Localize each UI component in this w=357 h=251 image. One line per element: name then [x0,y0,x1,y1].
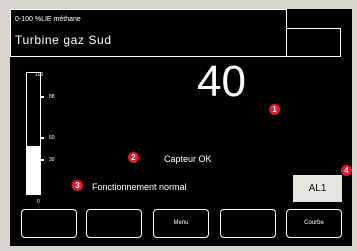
softkey-1[interactable] [21,209,77,238]
gauge-scale-min: 0 [37,199,40,205]
device-id: L01M01 [286,28,341,57]
softkey-menu[interactable]: Menu [153,209,209,238]
measurement-value: 40 [197,57,246,106]
marker-3: 3 [72,180,83,191]
softkey-4[interactable] [220,209,276,238]
alarm-button[interactable]: AL1 [293,175,342,202]
gauge-tick [41,96,44,98]
softkey-2[interactable] [86,209,142,238]
gauge-tick-label: 50 [49,135,55,141]
marker-4: 4 [341,165,352,176]
operation-status: Fonctionnement normal [92,182,187,192]
softkey-courbe[interactable]: Courbe [286,209,342,238]
gauge-tick [41,137,44,139]
sensor-status: Capteur OK [164,154,212,164]
gauge-tick [41,159,44,161]
channel-name: Turbine gaz Sud [15,33,112,47]
gauge-level-fill [27,145,40,194]
measurement-unit: %LIE [268,73,288,82]
gauge-tick-label: 88 [49,94,55,100]
bar-gauge [26,72,41,195]
marker-1: 1 [269,104,280,115]
range-label: 0-100 %LIE méthane [15,16,81,23]
marker-2: 2 [128,152,139,163]
gauge-tick-label: 30 [49,157,55,163]
gas-type: CH4 [267,85,284,94]
